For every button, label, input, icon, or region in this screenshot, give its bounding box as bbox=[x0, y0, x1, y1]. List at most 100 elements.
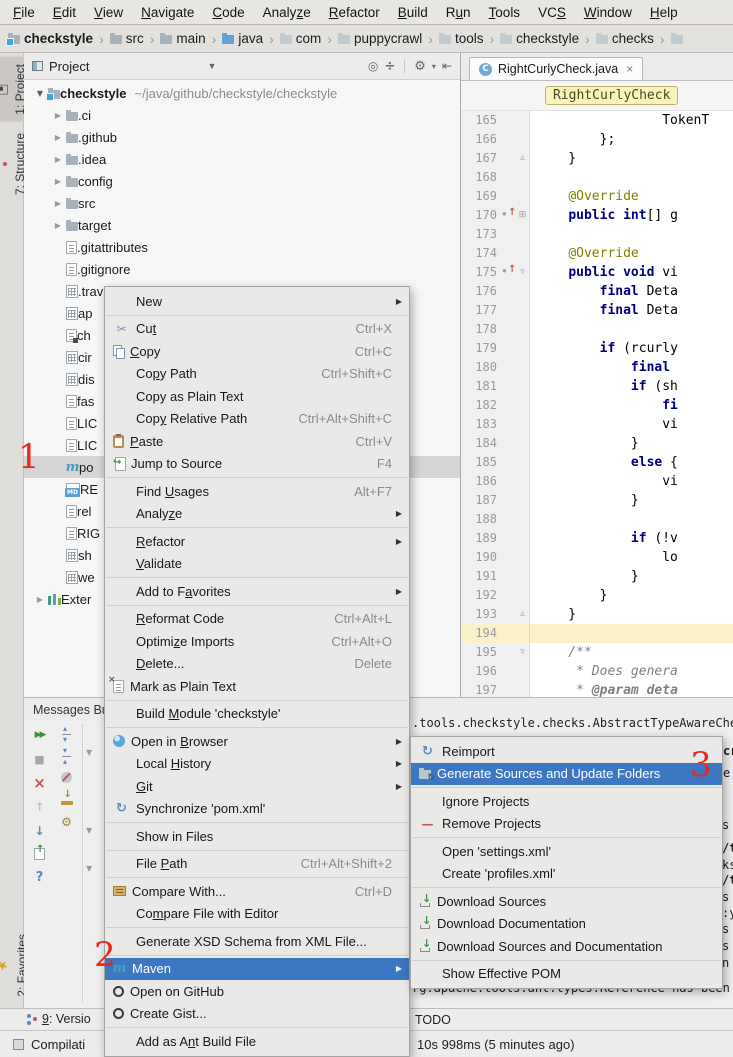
breadcrumb-item-checkstyle[interactable]: checkstyle bbox=[8, 31, 93, 46]
menu-item-build-module-checkstyle[interactable]: Build Module 'checkstyle' bbox=[105, 703, 409, 726]
menu-item-find-usages[interactable]: Find UsagesAlt+F7 bbox=[105, 480, 409, 503]
menubar-item-view[interactable]: View bbox=[85, 2, 132, 23]
gear-icon[interactable] bbox=[414, 59, 426, 74]
rerun-icon[interactable] bbox=[32, 728, 47, 742]
menu-item-paste[interactable]: PasteCtrl+V bbox=[105, 430, 409, 453]
maven-menu-item-show-effective-pom[interactable]: Show Effective POM bbox=[411, 963, 722, 986]
breadcrumb-item-tools[interactable]: tools bbox=[439, 31, 484, 46]
fold-marker-icon[interactable]: ▿ bbox=[516, 263, 530, 282]
arrow-down-icon[interactable] bbox=[32, 824, 47, 838]
menu-item-cut[interactable]: CutCtrl+X bbox=[105, 318, 409, 341]
menu-item-show-in-files[interactable]: Show in Files bbox=[105, 825, 409, 848]
menu-item-open-in-browser[interactable]: Open in Browser▶ bbox=[105, 730, 409, 753]
tree-item-target[interactable]: ▶target bbox=[24, 214, 460, 236]
expand-arrow-icon[interactable]: ▶ bbox=[50, 199, 66, 208]
code-area[interactable]: 165 TokenT166 };167▵ }168169 @Override17… bbox=[461, 111, 733, 697]
tree-item-idea[interactable]: ▶.idea bbox=[24, 148, 460, 170]
fold-marker-icon[interactable]: ▵ bbox=[516, 149, 530, 168]
collapse-arrow-icon[interactable]: ▼ bbox=[32, 89, 48, 98]
breadcrumb-item-puppycrawl[interactable]: puppycrawl bbox=[338, 31, 422, 46]
menu-item-synchronize-pom-xml[interactable]: Synchronize 'pom.xml' bbox=[105, 798, 409, 821]
hide-panel-icon[interactable] bbox=[442, 59, 452, 73]
menu-item-copy[interactable]: CopyCtrl+C bbox=[105, 340, 409, 363]
gear-caret-icon[interactable] bbox=[432, 62, 436, 71]
expand-arrow-icon[interactable]: ▶ bbox=[32, 595, 48, 604]
breadcrumb-item-java[interactable]: java bbox=[222, 31, 263, 46]
menu-item-compare-with[interactable]: Compare With...Ctrl+D bbox=[105, 880, 409, 903]
menu-item-local-history[interactable]: Local History▶ bbox=[105, 753, 409, 776]
menu-item-copy-as-plain-text[interactable]: Copy as Plain Text bbox=[105, 385, 409, 408]
fold-arrow-icon[interactable]: ▼ bbox=[86, 864, 92, 873]
fold-arrow-icon[interactable]: ▼ bbox=[86, 826, 92, 835]
close-x-icon[interactable] bbox=[32, 776, 47, 790]
menu-item-analyze[interactable]: Analyze▶ bbox=[105, 503, 409, 526]
expand-arrow-icon[interactable]: ▶ bbox=[50, 155, 66, 164]
menubar-item-navigate[interactable]: Navigate bbox=[132, 2, 203, 23]
menu-item-generate-xsd-schema-from-xml-file[interactable]: Generate XSD Schema from XML File... bbox=[105, 930, 409, 953]
stop-icon[interactable] bbox=[32, 752, 47, 766]
maven-menu-item-generate-sources-and-update-folders[interactable]: Generate Sources and Update Folders bbox=[411, 763, 722, 786]
menu-item-file-path[interactable]: File PathCtrl+Alt+Shift+2 bbox=[105, 853, 409, 876]
maven-menu-item-create-profiles-xml[interactable]: Create 'profiles.xml' bbox=[411, 863, 722, 886]
menu-item-git[interactable]: Git▶ bbox=[105, 775, 409, 798]
menu-item-add-to-favorites[interactable]: Add to Favorites▶ bbox=[105, 580, 409, 603]
menubar-item-code[interactable]: Code bbox=[203, 2, 253, 23]
collapse-all-icon[interactable] bbox=[61, 750, 72, 762]
menu-item-copy-relative-path[interactable]: Copy Relative PathCtrl+Alt+Shift+C bbox=[105, 408, 409, 431]
expand-all-icon[interactable] bbox=[61, 728, 72, 740]
maven-menu-item-remove-projects[interactable]: Remove Projects bbox=[411, 813, 722, 836]
maven-menu-item-reimport[interactable]: Reimport bbox=[411, 740, 722, 763]
import-icon[interactable] bbox=[61, 793, 73, 805]
version-control-tab[interactable]: 9: Versio bbox=[26, 1012, 91, 1026]
menu-item-optimize-imports[interactable]: Optimize ImportsCtrl+Alt+O bbox=[105, 630, 409, 653]
menu-item-mark-as-plain-text[interactable]: Mark as Plain Text bbox=[105, 675, 409, 698]
tree-item-ci[interactable]: ▶.ci bbox=[24, 104, 460, 126]
todo-tab[interactable]: TODO bbox=[415, 1013, 451, 1027]
maven-menu-item-download-sources[interactable]: Download Sources bbox=[411, 890, 722, 913]
menubar-item-vcs[interactable]: VCS bbox=[529, 2, 575, 23]
menu-item-maven[interactable]: Maven▶ bbox=[105, 958, 409, 981]
breadcrumb-item-checkstyle[interactable]: checkstyle bbox=[500, 31, 579, 46]
collapse-all-icon[interactable] bbox=[384, 59, 395, 74]
tree-item-src[interactable]: ▶src bbox=[24, 192, 460, 214]
fold-marker-icon[interactable]: ▿ bbox=[516, 643, 530, 662]
fold-marker-icon[interactable]: ⊞ bbox=[516, 206, 530, 225]
menu-item-add-as-ant-build-file[interactable]: Add as Ant Build File bbox=[105, 1030, 409, 1053]
tree-item-gitattributes[interactable]: .gitattributes bbox=[24, 236, 460, 258]
chevron-down-icon[interactable]: ▼ bbox=[207, 61, 216, 71]
maven-menu-item-download-documentation[interactable]: Download Documentation bbox=[411, 913, 722, 936]
tree-item-github[interactable]: ▶.github bbox=[24, 126, 460, 148]
menubar-item-help[interactable]: Help bbox=[641, 2, 687, 23]
tree-item-checkstyle[interactable]: ▼checkstyle~/java/github/checkstyle/chec… bbox=[24, 82, 460, 104]
menu-item-reformat-code[interactable]: Reformat CodeCtrl+Alt+L bbox=[105, 608, 409, 631]
menubar-item-edit[interactable]: Edit bbox=[44, 2, 85, 23]
tree-item-gitignore[interactable]: .gitignore bbox=[24, 258, 460, 280]
menu-item-open-on-github[interactable]: Open on GitHub bbox=[105, 980, 409, 1003]
menu-item-validate[interactable]: Validate bbox=[105, 553, 409, 576]
menu-item-compare-file-with-editor[interactable]: Compare File with Editor bbox=[105, 903, 409, 926]
breadcrumb-item-src[interactable]: src bbox=[110, 31, 144, 46]
close-tab-icon[interactable]: × bbox=[626, 62, 633, 76]
maven-menu-item-ignore-projects[interactable]: Ignore Projects bbox=[411, 790, 722, 813]
menu-item-delete[interactable]: Delete...Delete bbox=[105, 653, 409, 676]
maven-menu-item-open-settings-xml[interactable]: Open 'settings.xml' bbox=[411, 840, 722, 863]
arrow-up-icon[interactable] bbox=[32, 800, 47, 814]
menu-item-refactor[interactable]: Refactor▶ bbox=[105, 530, 409, 553]
tab-rightcurlycheck[interactable]: RightCurlyCheck.java × bbox=[469, 57, 643, 80]
menubar-item-tools[interactable]: Tools bbox=[480, 2, 530, 23]
menu-item-copy-path[interactable]: Copy PathCtrl+Shift+C bbox=[105, 363, 409, 386]
breadcrumb-item-checks[interactable]: checks bbox=[596, 31, 654, 46]
locate-icon[interactable] bbox=[368, 59, 378, 73]
expand-arrow-icon[interactable]: ▶ bbox=[50, 177, 66, 186]
expand-arrow-icon[interactable]: ▶ bbox=[50, 221, 66, 230]
fold-arrow-icon[interactable]: ▼ bbox=[86, 748, 92, 757]
tree-item-config[interactable]: ▶config bbox=[24, 170, 460, 192]
menubar-item-window[interactable]: Window bbox=[575, 2, 641, 23]
menubar-item-build[interactable]: Build bbox=[389, 2, 437, 23]
settings-wrench-icon[interactable] bbox=[59, 815, 74, 829]
menu-item-create-gist[interactable]: Create Gist... bbox=[105, 1003, 409, 1026]
menubar-item-analyze[interactable]: Analyze bbox=[254, 2, 320, 23]
menubar-item-run[interactable]: Run bbox=[437, 2, 480, 23]
breadcrumb-item-main[interactable]: main bbox=[160, 31, 205, 46]
expand-arrow-icon[interactable]: ▶ bbox=[50, 133, 66, 142]
